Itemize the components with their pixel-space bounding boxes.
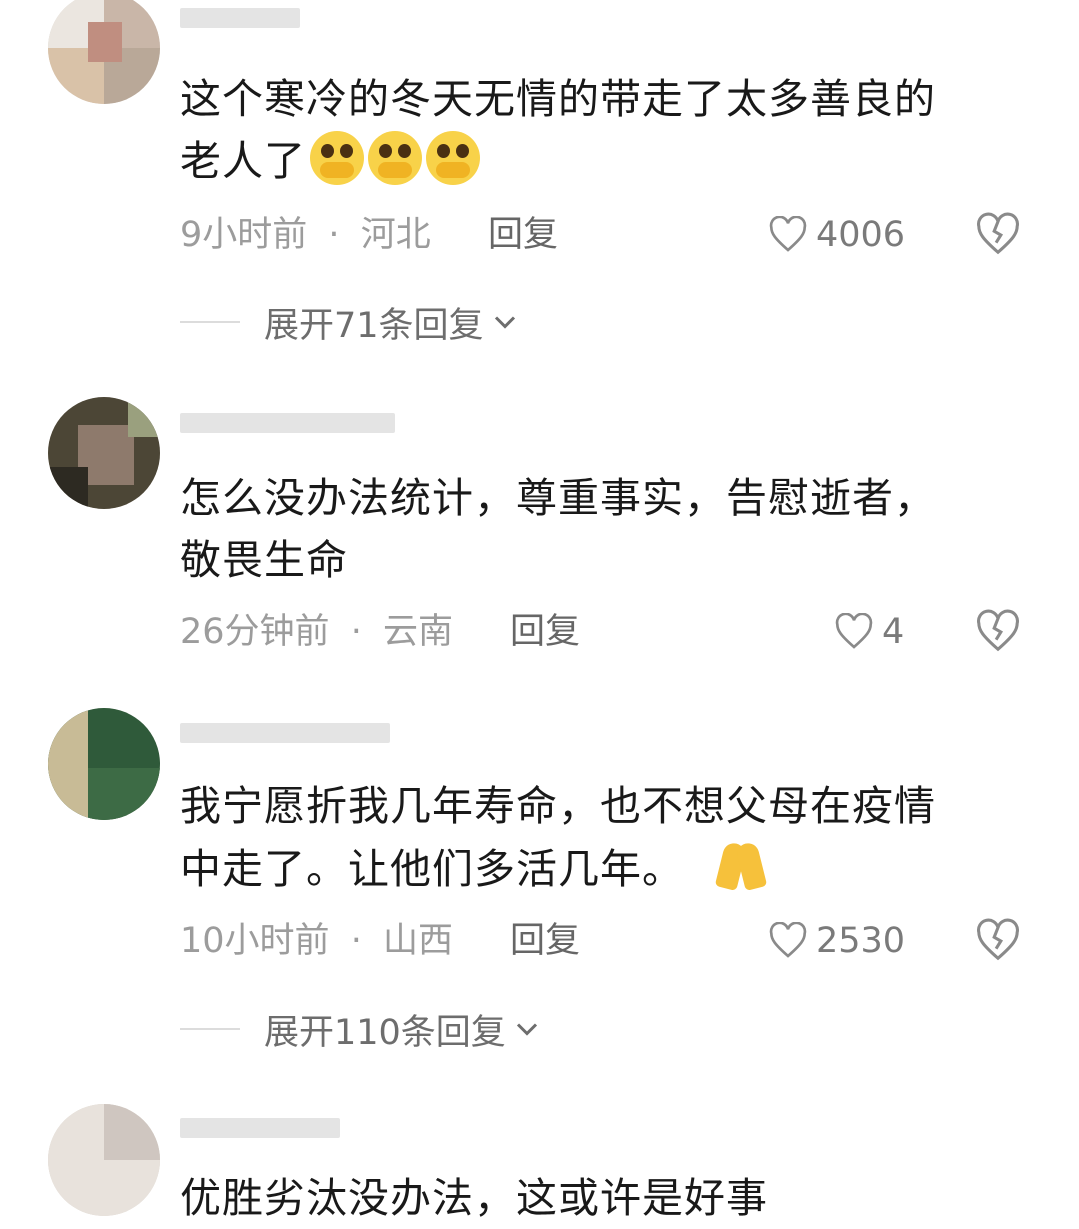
divider-line xyxy=(180,321,240,323)
chevron-down-icon xyxy=(516,1023,537,1036)
comment-meta: 26分钟前 · 云南 xyxy=(180,607,453,657)
broken-heart-icon[interactable] xyxy=(975,212,1021,258)
username-blurred[interactable] xyxy=(180,407,410,437)
expand-replies-label: 展开71条回复 xyxy=(264,305,484,346)
comment-region: 河北 xyxy=(360,215,431,255)
comment-text: 怎么没办法统计，尊重事实，告慰逝者， 敬畏生命 xyxy=(180,474,936,584)
pleading-face-emoji-icon xyxy=(310,131,364,185)
avatar[interactable] xyxy=(48,708,160,820)
comment-meta: 10小时前 · 山西 xyxy=(180,916,453,966)
like-count: 4006 xyxy=(816,215,906,255)
expand-replies[interactable]: 展开110条回复 xyxy=(180,1004,542,1054)
broken-heart-icon[interactable] xyxy=(975,609,1021,655)
like-button[interactable]: 2530 xyxy=(768,916,905,966)
like-count: 2530 xyxy=(816,921,906,961)
username-blurred[interactable] xyxy=(180,2,410,32)
heart-icon xyxy=(835,613,873,649)
meta-separator: · xyxy=(350,921,362,961)
comment-region: 云南 xyxy=(382,612,453,652)
expand-replies-label: 展开110条回复 xyxy=(264,1012,506,1053)
like-count: 4 xyxy=(882,612,905,652)
meta-separator: · xyxy=(328,215,340,255)
like-button[interactable]: 4006 xyxy=(768,210,905,260)
reply-button[interactable]: 回复 xyxy=(510,916,580,966)
pleading-face-emoji-icon xyxy=(368,131,422,185)
avatar[interactable] xyxy=(48,397,160,509)
username-blurred[interactable] xyxy=(180,717,410,747)
expand-replies[interactable]: 展开71条回复 xyxy=(180,297,520,347)
comment-time: 9小时前 xyxy=(180,215,308,255)
comment-text: 我宁愿折我几年寿命，也不想父母在疫情 中走了。让他们多活几年。 xyxy=(180,782,936,893)
like-button[interactable]: 4 xyxy=(834,607,904,657)
username-blurred[interactable] xyxy=(180,1112,410,1142)
pleading-face-emoji-icon xyxy=(426,131,480,185)
folded-hands-emoji-icon xyxy=(714,837,768,891)
avatar[interactable] xyxy=(48,0,160,104)
reply-button[interactable]: 回复 xyxy=(488,210,558,260)
heart-icon xyxy=(769,922,807,958)
broken-heart-icon[interactable] xyxy=(975,918,1021,964)
reply-button[interactable]: 回复 xyxy=(510,607,580,657)
divider-line xyxy=(180,1028,240,1030)
comment-meta: 9小时前 · 河北 xyxy=(180,210,431,260)
comment-time: 10小时前 xyxy=(180,921,330,961)
comment-text: 优胜劣汰没办法，这或许是好事 xyxy=(180,1174,768,1222)
comment-region: 山西 xyxy=(382,921,453,961)
chevron-down-icon xyxy=(494,316,515,329)
comment-time: 26分钟前 xyxy=(180,612,330,652)
comment-text: 这个寒冷的冬天无情的带走了太多善良的 老人了 xyxy=(180,75,936,185)
meta-separator: · xyxy=(350,612,362,652)
heart-icon xyxy=(769,216,807,252)
avatar[interactable] xyxy=(48,1104,160,1216)
